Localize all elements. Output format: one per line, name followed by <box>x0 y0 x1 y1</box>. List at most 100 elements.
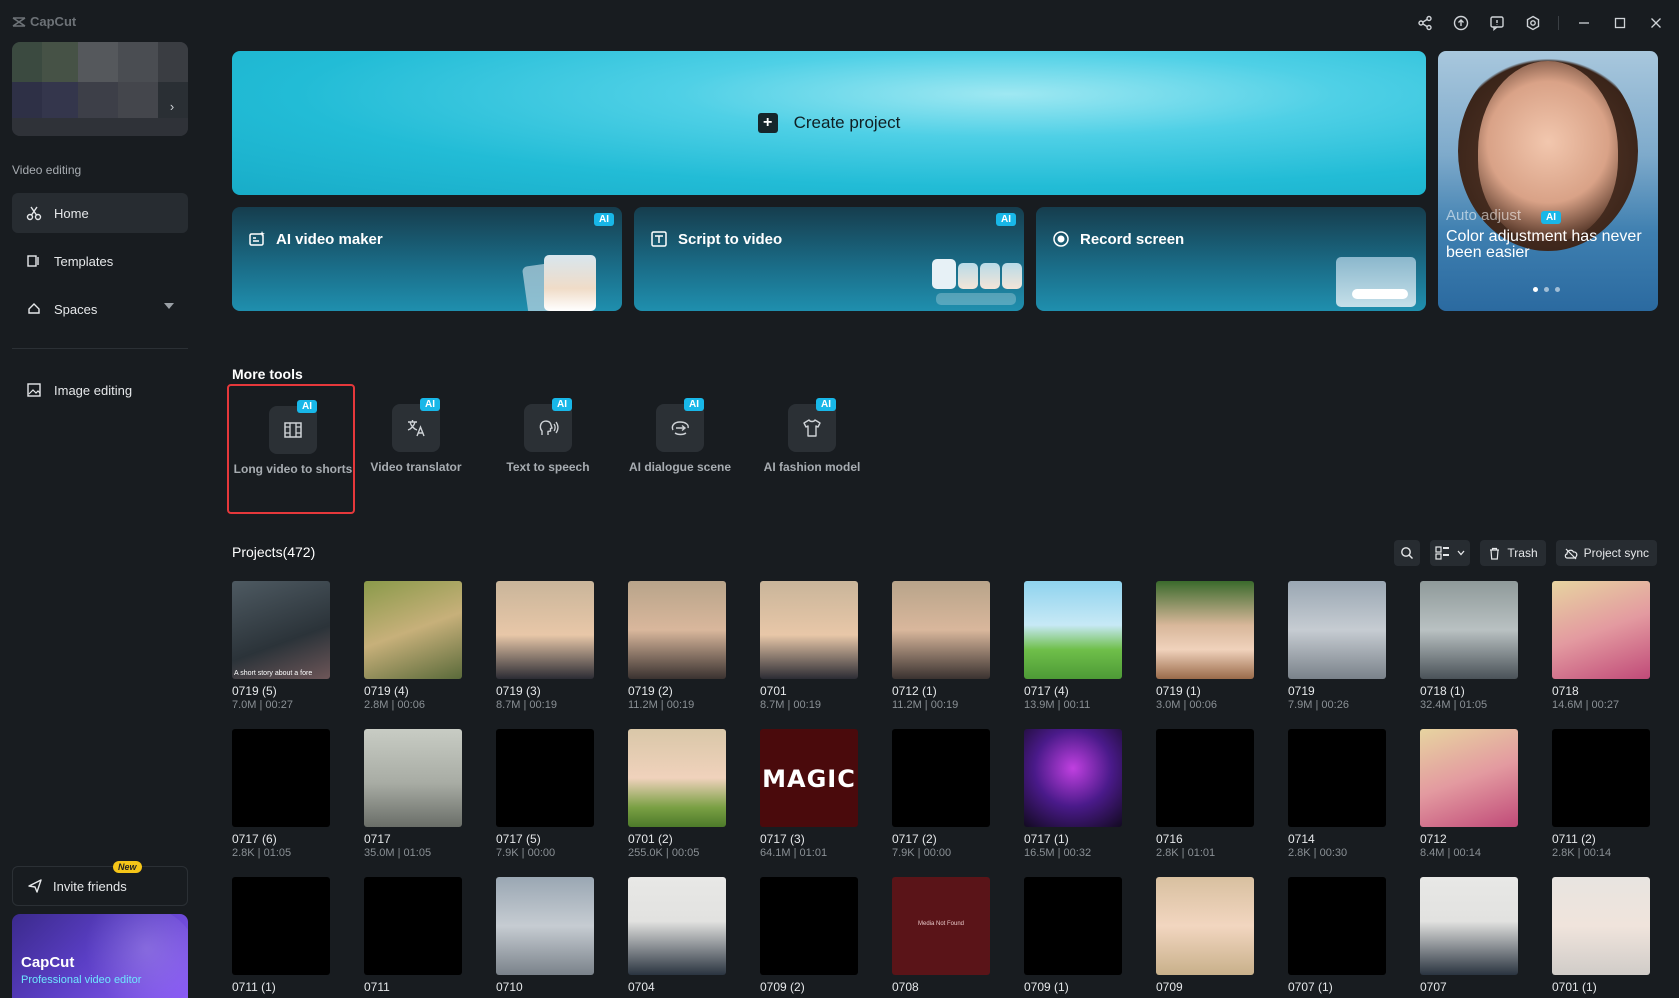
tool-long-video-to-shorts[interactable]: AI Long video to shorts <box>227 384 355 514</box>
project-thumbnail[interactable]: A short story about a fore <box>232 581 330 679</box>
project-thumbnail[interactable] <box>364 877 462 975</box>
project-card[interactable]: 0710 <box>496 877 594 994</box>
profile-card[interactable]: › <box>12 42 188 136</box>
project-card[interactable]: 0711 (1) <box>232 877 330 994</box>
ai-video-maker-card[interactable]: AI video maker AI <box>232 207 622 311</box>
project-card[interactable]: 0714 2.8K | 00:30 <box>1288 729 1386 859</box>
close-icon[interactable] <box>1645 12 1667 34</box>
project-card[interactable]: 0712 8.4M | 00:14 <box>1420 729 1518 859</box>
chevron-down-icon[interactable] <box>164 303 174 309</box>
project-thumbnail[interactable] <box>364 729 462 827</box>
project-card[interactable]: 0709 (1) <box>1024 877 1122 994</box>
project-card[interactable]: 0701 8.7M | 00:19 <box>760 581 858 711</box>
project-card[interactable]: 0717 (5) 7.9K | 00:00 <box>496 729 594 859</box>
project-thumbnail[interactable] <box>760 581 858 679</box>
project-card[interactable]: 0712 (1) 11.2M | 00:19 <box>892 581 990 711</box>
sidebar-item-image-editing[interactable]: Image editing <box>12 370 188 410</box>
project-card[interactable]: 0716 2.8K | 01:01 <box>1156 729 1254 859</box>
maximize-icon[interactable] <box>1609 12 1631 34</box>
project-thumbnail[interactable] <box>1288 877 1386 975</box>
project-thumbnail[interactable] <box>892 729 990 827</box>
project-thumbnail[interactable] <box>1156 581 1254 679</box>
create-project-button[interactable]: + Create project <box>232 51 1426 195</box>
project-thumbnail[interactable] <box>760 877 858 975</box>
project-card[interactable]: 0719 (3) 8.7M | 00:19 <box>496 581 594 711</box>
project-thumbnail[interactable] <box>364 581 462 679</box>
project-card[interactable]: 0718 14.6M | 00:27 <box>1552 581 1650 711</box>
trash-button[interactable]: Trash <box>1480 540 1546 566</box>
invite-friends-button[interactable]: Invite friends New <box>12 861 188 906</box>
project-thumbnail[interactable] <box>1552 729 1650 827</box>
minimize-icon[interactable] <box>1573 12 1595 34</box>
project-card[interactable]: 0717 (2) 7.9K | 00:00 <box>892 729 990 859</box>
project-thumbnail[interactable] <box>892 581 990 679</box>
project-card[interactable]: 0704 <box>628 877 726 994</box>
promo-card[interactable]: CapCut Professional video editor <box>12 914 188 998</box>
project-thumbnail[interactable] <box>1024 877 1122 975</box>
project-thumbnail[interactable] <box>1420 877 1518 975</box>
project-card[interactable]: 0719 7.9M | 00:26 <box>1288 581 1386 711</box>
upload-icon[interactable] <box>1450 12 1472 34</box>
project-card[interactable]: 0707 <box>1420 877 1518 994</box>
search-button[interactable] <box>1394 540 1421 566</box>
project-thumbnail[interactable] <box>496 729 594 827</box>
project-card[interactable]: 0717 (4) 13.9M | 00:11 <box>1024 581 1122 711</box>
project-thumbnail[interactable] <box>232 729 330 827</box>
project-thumbnail[interactable] <box>628 877 726 975</box>
tool-text-to-speech[interactable]: AI Text to speech <box>484 384 612 514</box>
project-card[interactable]: 0719 (1) 3.0M | 00:06 <box>1156 581 1254 711</box>
script-to-video-card[interactable]: Script to video AI <box>634 207 1024 311</box>
project-card[interactable]: MAGIC 0717 (3) 64.1M | 01:01 <box>760 729 858 859</box>
share-icon[interactable] <box>1414 12 1436 34</box>
project-thumbnail[interactable] <box>1288 581 1386 679</box>
promo-banner[interactable]: Auto adjust AI Color adjustment has neve… <box>1438 51 1658 311</box>
project-card[interactable]: 0709 <box>1156 877 1254 994</box>
project-thumbnail[interactable] <box>1156 877 1254 975</box>
project-card[interactable]: 0717 (6) 2.8K | 01:05 <box>232 729 330 859</box>
project-card[interactable]: 0717 (1) 16.5M | 00:32 <box>1024 729 1122 859</box>
project-thumbnail[interactable] <box>1420 729 1518 827</box>
view-toggle-button[interactable] <box>1430 540 1471 566</box>
project-thumbnail[interactable] <box>1288 729 1386 827</box>
carousel-dot[interactable] <box>1555 287 1560 292</box>
project-thumbnail[interactable] <box>1156 729 1254 827</box>
project-thumbnail[interactable] <box>1552 581 1650 679</box>
tool-ai-dialogue-scene[interactable]: AI AI dialogue scene <box>616 384 744 514</box>
project-card[interactable]: 0707 (1) <box>1288 877 1386 994</box>
project-thumbnail[interactable] <box>1420 581 1518 679</box>
sidebar-item-home[interactable]: Home <box>12 193 188 233</box>
project-thumbnail[interactable] <box>232 877 330 975</box>
project-thumbnail[interactable] <box>628 581 726 679</box>
tool-video-translator[interactable]: AI Video translator <box>352 384 480 514</box>
carousel-dot[interactable] <box>1544 287 1549 292</box>
project-thumbnail[interactable] <box>1552 877 1650 975</box>
settings-icon[interactable] <box>1522 12 1544 34</box>
project-card[interactable]: 0701 (2) 255.0K | 00:05 <box>628 729 726 859</box>
ai-video-maker-label: AI video maker <box>276 230 383 248</box>
project-thumbnail[interactable] <box>496 581 594 679</box>
project-card[interactable]: 0711 (2) 2.8K | 00:14 <box>1552 729 1650 859</box>
project-card[interactable]: 0719 (2) 11.2M | 00:19 <box>628 581 726 711</box>
sidebar-item-spaces[interactable]: Spaces <box>12 289 188 329</box>
project-card[interactable]: A short story about a fore 0719 (5) 7.0M |… <box>232 581 330 711</box>
project-thumbnail[interactable]: MAGIC <box>760 729 858 827</box>
project-card[interactable]: 0719 (4) 2.8M | 00:06 <box>364 581 462 711</box>
project-sync-button[interactable]: Project sync <box>1555 540 1657 566</box>
project-card[interactable]: 0701 (1) <box>1552 877 1650 994</box>
record-screen-card[interactable]: Record screen <box>1036 207 1426 311</box>
tool-ai-fashion-model[interactable]: AI AI fashion model <box>748 384 876 514</box>
project-thumbnail[interactable] <box>628 729 726 827</box>
project-card[interactable]: Media Not Found 0708 <box>892 877 990 994</box>
project-card[interactable]: 0711 <box>364 877 462 994</box>
feedback-icon[interactable] <box>1486 12 1508 34</box>
carousel-dot[interactable] <box>1533 287 1538 292</box>
project-thumbnail[interactable]: Media Not Found <box>892 877 990 975</box>
project-card[interactable]: 0717 35.0M | 01:05 <box>364 729 462 859</box>
project-thumbnail[interactable] <box>1024 729 1122 827</box>
project-card[interactable]: 0718 (1) 32.4M | 01:05 <box>1420 581 1518 711</box>
project-card[interactable]: 0709 (2) <box>760 877 858 994</box>
profile-expand-icon[interactable]: › <box>162 96 182 118</box>
sidebar-item-templates[interactable]: Templates <box>12 241 188 281</box>
project-thumbnail[interactable] <box>496 877 594 975</box>
project-thumbnail[interactable] <box>1024 581 1122 679</box>
